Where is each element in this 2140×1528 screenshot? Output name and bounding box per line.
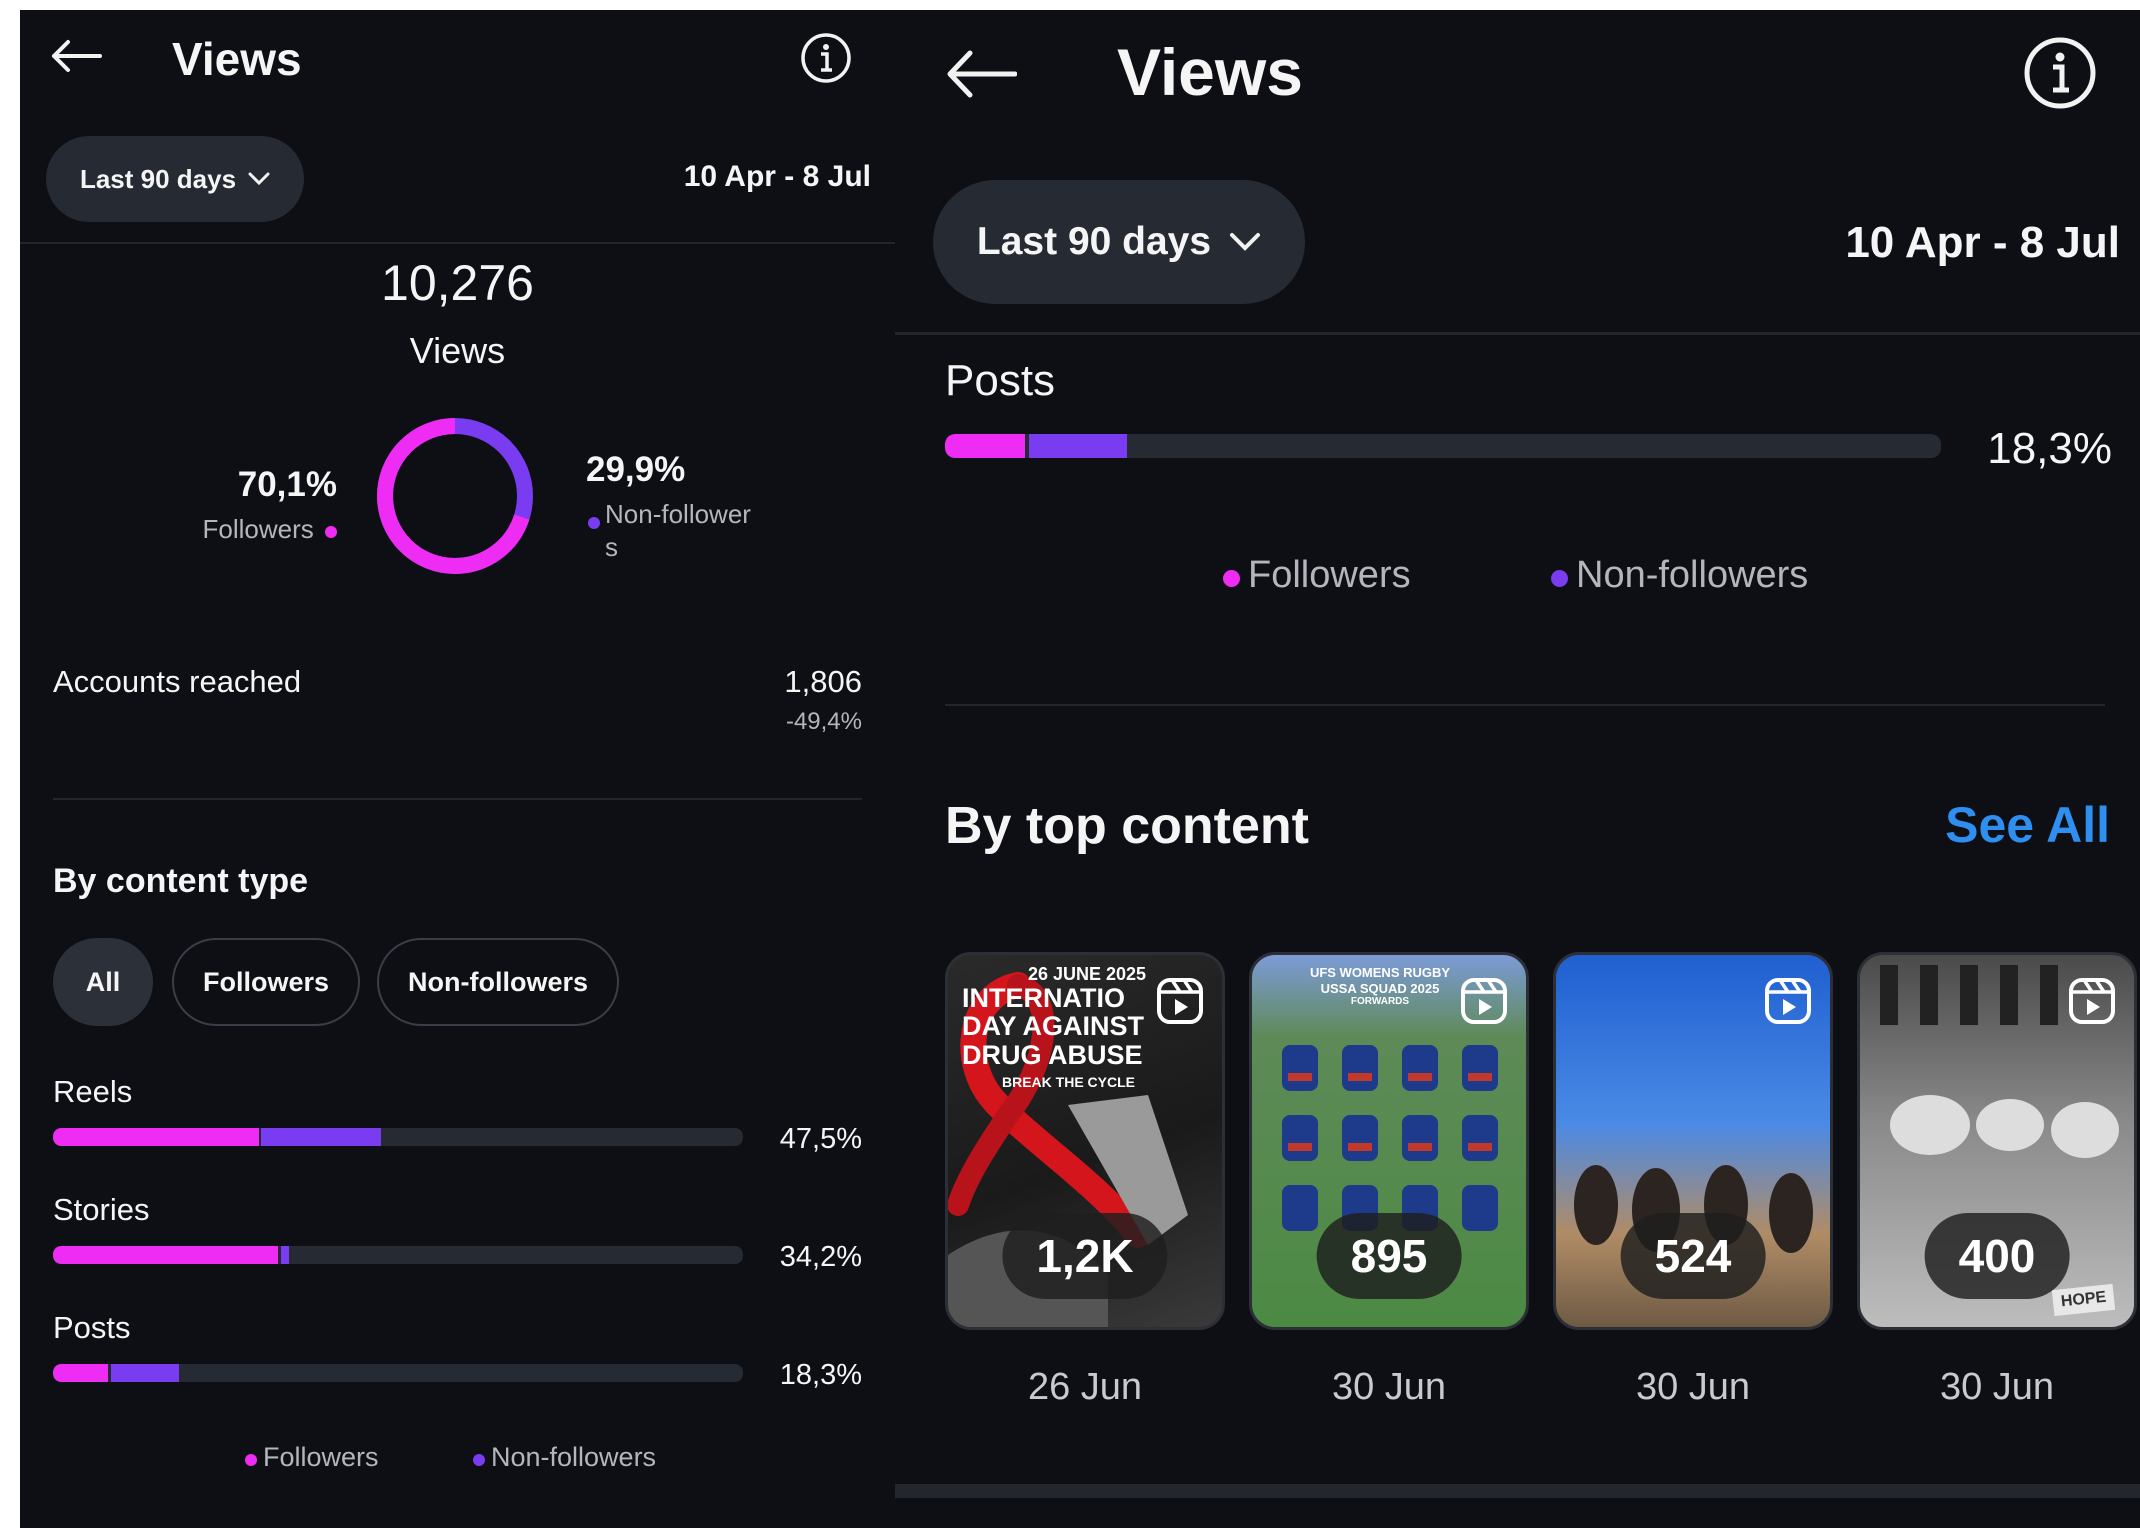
- nonfollowers-legend: Non-follower s: [605, 498, 751, 564]
- content-date: 30 Jun: [1939, 1366, 2055, 1408]
- views-badge: 524: [1620, 1213, 1766, 1299]
- bar-track-stories: [53, 1246, 743, 1264]
- legend-followers: Followers: [1223, 554, 1411, 597]
- reels-icon: [1461, 978, 1507, 1024]
- caption-line: DRUG ABUSE: [962, 1039, 1143, 1070]
- bar-followers-stories: [53, 1246, 278, 1264]
- followers-percentage: 70,1%: [237, 465, 337, 504]
- legend-followers-dot-icon: [1223, 570, 1240, 587]
- bar-nonfollowers-reels: [261, 1128, 381, 1146]
- legend-followers-label: Followers: [1248, 554, 1411, 596]
- legend-nonfollowers-dot-icon: [1551, 570, 1568, 587]
- bar-followers-reels: [53, 1128, 259, 1146]
- bar-followers-posts: [945, 434, 1025, 458]
- info-icon[interactable]: [800, 32, 852, 84]
- row-label-posts: Posts: [53, 1310, 131, 1345]
- legend-followers-dot-icon: [245, 1454, 257, 1466]
- views-badge: 895: [1316, 1213, 1462, 1299]
- bar-nonfollowers-posts: [110, 1364, 180, 1382]
- legend-nonfollowers-dot-icon: [473, 1454, 485, 1466]
- chip-followers[interactable]: Followers: [172, 938, 360, 1026]
- row-label-reels: Reels: [53, 1074, 133, 1109]
- reels-icon: [2069, 978, 2115, 1024]
- bar-nonfollowers-stories: [280, 1246, 289, 1264]
- bar-track-reels: [53, 1128, 743, 1146]
- nonfollowers-label-line2: s: [605, 532, 618, 562]
- row-pct-stories: 34,2%: [779, 1241, 862, 1273]
- followers-label: Followers: [202, 514, 314, 544]
- content-date: 30 Jun: [1331, 1366, 1447, 1408]
- followers-legend: Followers: [203, 514, 337, 545]
- reels-icon: [1157, 978, 1203, 1024]
- legend-nonfollowers: Non-followers: [1551, 554, 1808, 597]
- views-badge: 400: [1924, 1213, 2070, 1299]
- top-content-card[interactable]: 26 JUNE 2025 INTERNATIO DAY AGAINST DRUG…: [945, 952, 1225, 1330]
- accounts-reached-label: Accounts reached: [53, 664, 302, 699]
- followers-dot-icon: [325, 526, 337, 538]
- dropdown-label: Last 90 days: [976, 220, 1212, 263]
- legend-followers-label: Followers: [263, 1442, 379, 1472]
- chip-all[interactable]: All: [53, 938, 153, 1026]
- posts-pct: 18,3%: [1987, 424, 2112, 473]
- content-date: 26 Jun: [1027, 1366, 1143, 1408]
- chevron-down-icon: [248, 172, 270, 186]
- nonfollowers-dot-icon: [588, 517, 600, 529]
- back-arrow-icon[interactable]: [50, 38, 102, 74]
- posts-label: Posts: [945, 356, 1056, 405]
- views-panel-right: Views Last 90 days 10 Apr - 8 Jul Posts …: [895, 10, 2140, 1528]
- views-badge: 1,2K: [1002, 1213, 1168, 1299]
- bar-followers-posts: [53, 1364, 109, 1382]
- content-type-heading: By content type: [53, 862, 309, 900]
- page-title: Views: [1117, 35, 1303, 109]
- total-views-label: Views: [409, 330, 506, 371]
- total-views-value: 10,276: [381, 255, 534, 311]
- legend-nonfollowers-label: Non-followers: [491, 1442, 657, 1472]
- top-content-card[interactable]: 524: [1553, 952, 1833, 1330]
- nonfollowers-percentage: 29,9%: [586, 450, 686, 489]
- section-divider: [945, 704, 2105, 706]
- dropdown-label: Last 90 days: [79, 163, 237, 194]
- legend-nonfollowers: Non-followers: [473, 1442, 656, 1473]
- accounts-reached-value: 1,806: [784, 664, 862, 699]
- row-pct-reels: 47,5%: [779, 1123, 862, 1155]
- date-range-text: 10 Apr - 8 Jul: [1845, 218, 2120, 267]
- date-range-dropdown[interactable]: Last 90 days: [933, 180, 1305, 304]
- top-content-heading: By top content: [945, 797, 1309, 855]
- row-pct-posts: 18,3%: [779, 1359, 862, 1391]
- date-range-dropdown[interactable]: Last 90 days: [46, 136, 304, 222]
- section-divider: [53, 798, 862, 800]
- content-date: 30 Jun: [1635, 1366, 1751, 1408]
- accounts-reached-change: -49,4%: [785, 708, 862, 735]
- top-content-card[interactable]: UFS WOMENS RUGBY USSA SQUAD 2025 FORWARD…: [1249, 952, 1529, 1330]
- bar-track-posts: [945, 434, 1941, 458]
- header-divider: [895, 332, 2140, 335]
- back-arrow-icon[interactable]: [945, 48, 1017, 100]
- date-range-text: 10 Apr - 8 Jul: [683, 160, 871, 193]
- see-all-link[interactable]: See All: [1945, 796, 2110, 854]
- info-icon[interactable]: [2023, 36, 2097, 110]
- followers-donut-chart: [377, 418, 533, 574]
- caption-line: BREAK THE CYCLE: [1002, 1073, 1136, 1090]
- header-divider: [20, 242, 895, 244]
- row-label-stories: Stories: [53, 1192, 150, 1227]
- page-title: Views: [172, 33, 302, 85]
- bottom-divider: [895, 1484, 2140, 1498]
- legend-nonfollowers-label: Non-followers: [1576, 554, 1809, 596]
- chip-nonfollowers[interactable]: Non-followers: [377, 938, 619, 1026]
- views-panel-left: Views Last 90 days 10 Apr - 8 Jul 10,276…: [20, 10, 895, 1528]
- nonfollowers-label-line1: Non-follower: [605, 499, 751, 529]
- top-content-card[interactable]: HOPE 400: [1857, 952, 2137, 1330]
- bar-nonfollowers-posts: [1028, 434, 1128, 458]
- bar-track-posts: [53, 1364, 743, 1382]
- reels-icon: [1765, 978, 1811, 1024]
- legend-followers: Followers: [245, 1442, 379, 1473]
- chevron-down-icon: [1230, 233, 1261, 251]
